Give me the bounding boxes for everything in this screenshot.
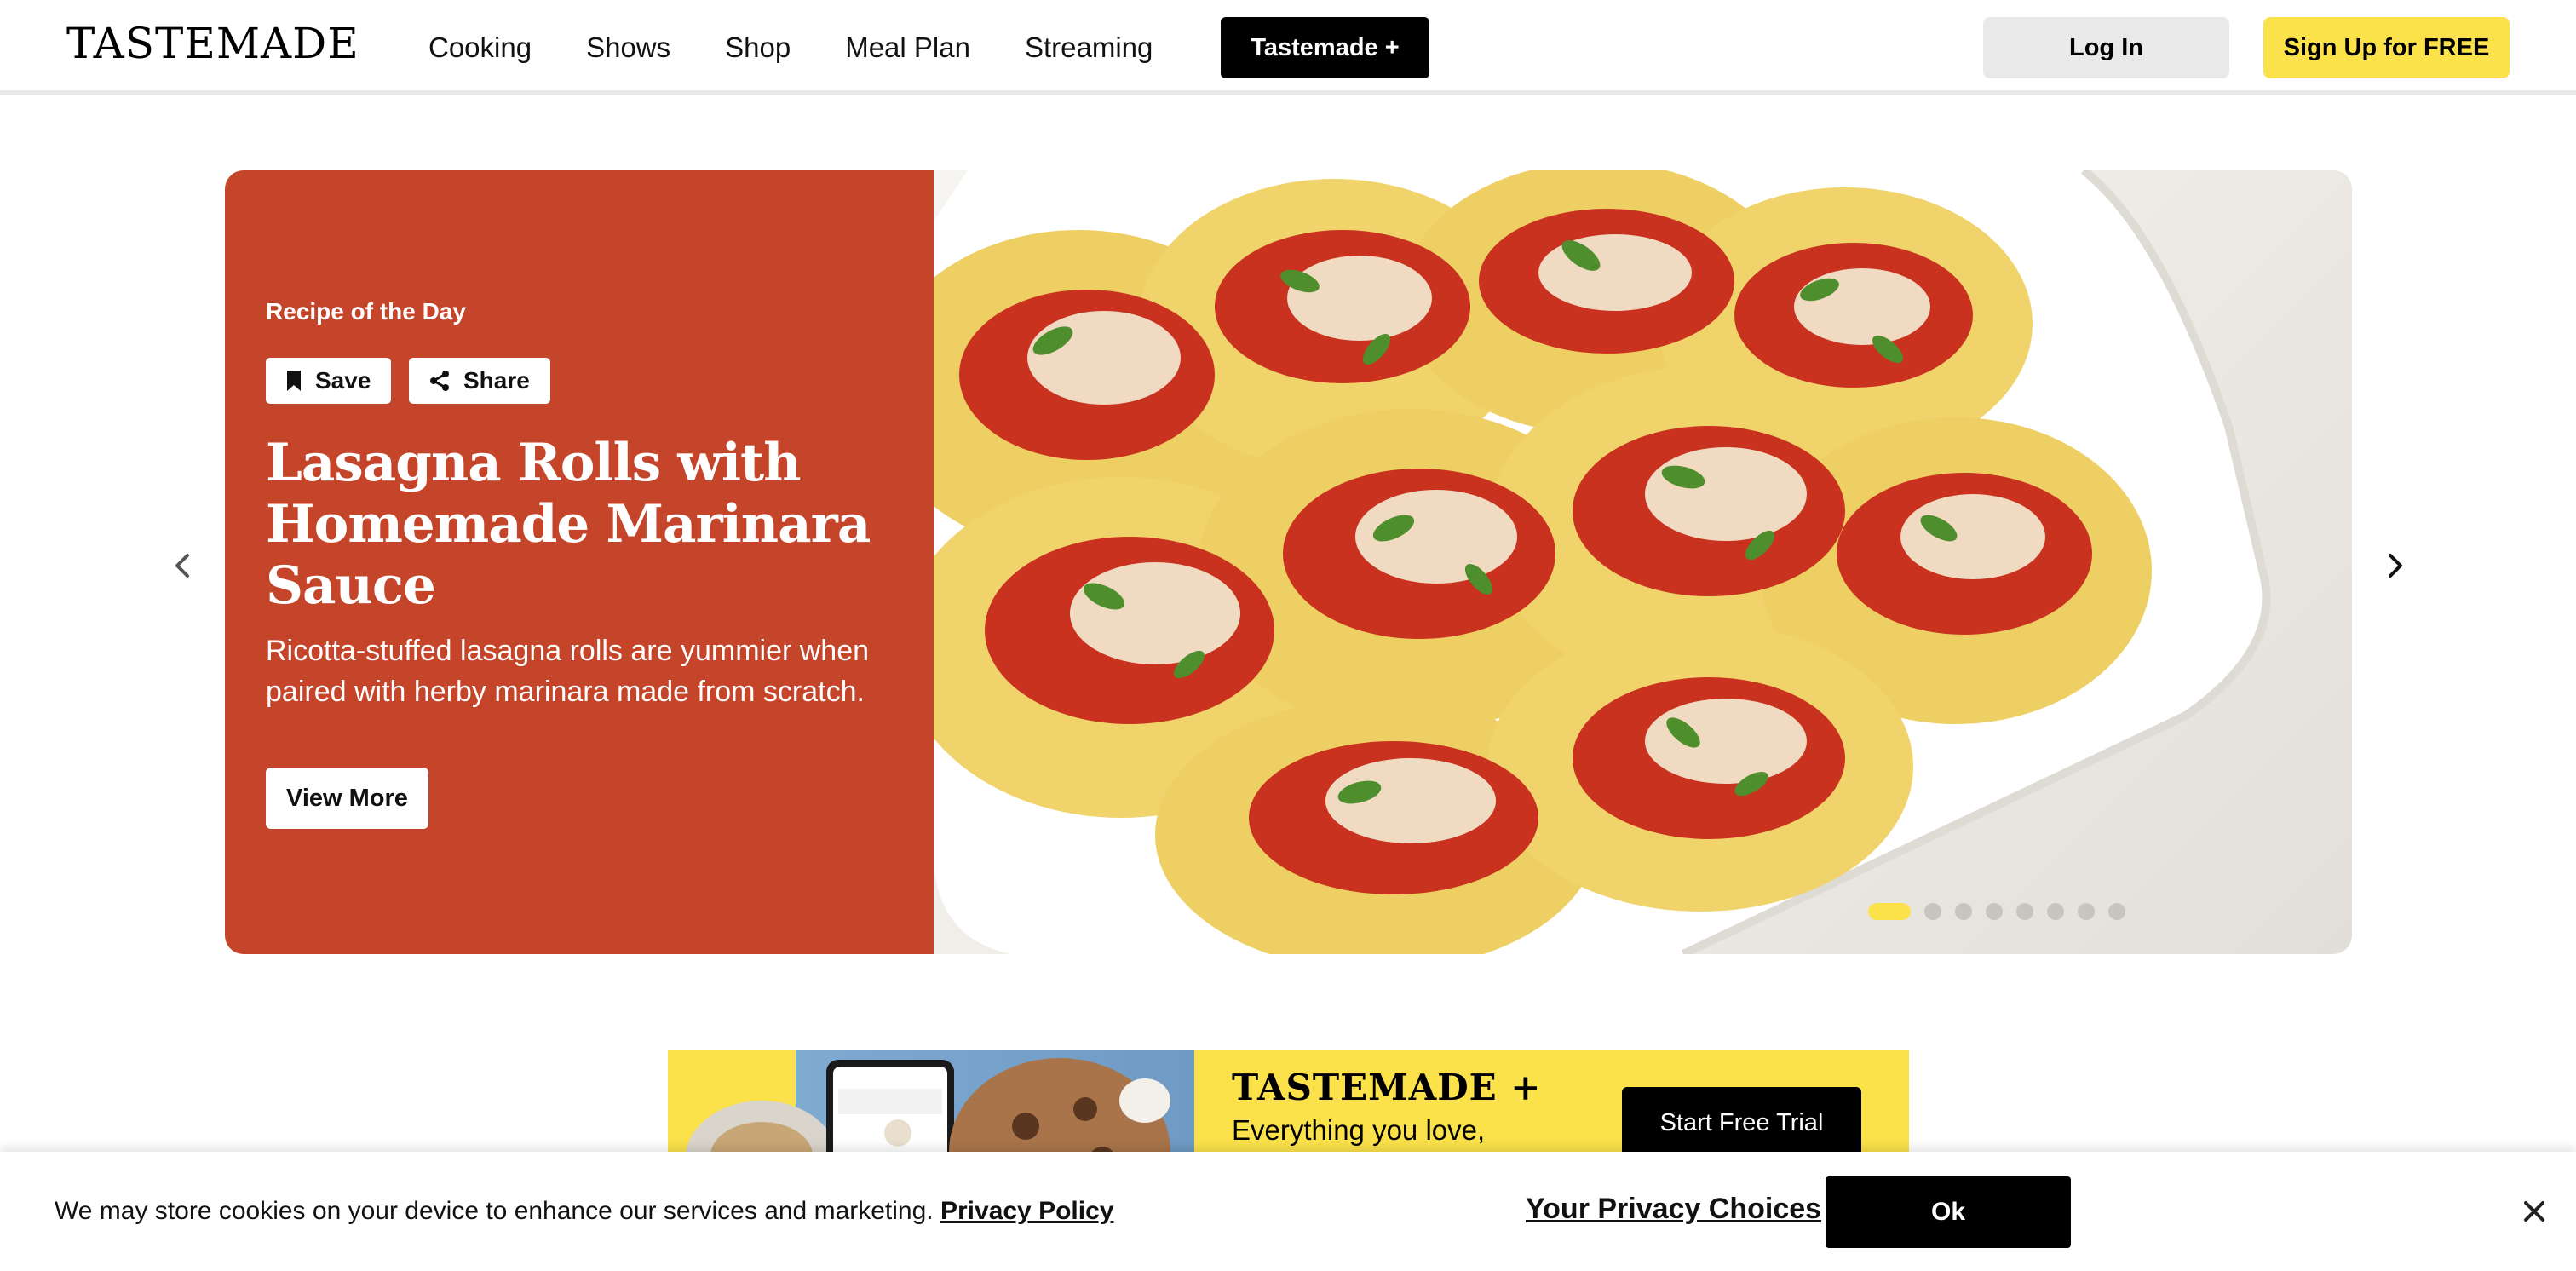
view-more-button[interactable]: View More [266,768,428,829]
share-icon [430,371,449,391]
carousel-dot[interactable] [1868,903,1911,920]
hero-eyebrow: Recipe of the Day [266,298,466,325]
cookie-close-button[interactable] [2517,1194,2551,1228]
recipe-of-the-day-carousel: Recipe of the Day Save Share Lasagna Rol… [225,170,2352,954]
promo-logo: TASTEMADE + [1232,1067,1542,1108]
nav-shows[interactable]: Shows [586,32,670,64]
start-free-trial-button[interactable]: Start Free Trial [1622,1087,1861,1159]
save-label: Save [315,367,371,394]
cookie-ok-button[interactable]: Ok [1826,1176,2071,1248]
lasagna-dish-illustration [934,170,2271,954]
login-button[interactable]: Log In [1983,17,2229,78]
carousel-dot[interactable] [1986,903,2003,920]
carousel-dot[interactable] [1955,903,1972,920]
carousel-dot[interactable] [2016,903,2033,920]
promo-subtitle: Everything you love, [1232,1114,1486,1146]
share-label: Share [463,367,530,394]
bookmark-icon [287,371,301,391]
chevron-left-icon [175,554,189,578]
carousel-dot[interactable] [1924,903,1941,920]
nav-meal-plan[interactable]: Meal Plan [845,32,970,64]
share-button[interactable]: Share [409,358,550,404]
cookie-message: We may store cookies on your device to e… [55,1197,1113,1226]
chevron-right-icon [2389,554,2402,578]
privacy-policy-link[interactable]: Privacy Policy [940,1197,1113,1225]
main-nav: Cooking Shows Shop Meal Plan Streaming [428,0,1207,95]
privacy-choices-link[interactable]: Your Privacy Choices [1526,1193,1821,1226]
carousel-prev-button[interactable] [162,545,203,586]
nav-cooking[interactable]: Cooking [428,32,532,64]
cookie-consent-bar: We may store cookies on your device to e… [0,1152,2576,1271]
carousel-dot[interactable] [2078,903,2095,920]
recipe-description: Ricotta-stuffed lasagna rolls are yummie… [266,635,870,708]
carousel-dots [1868,903,2139,920]
carousel-next-button[interactable] [2375,545,2416,586]
hero-text-panel: Recipe of the Day Save Share Lasagna Rol… [225,170,934,954]
site-header: TASTEMADE Cooking Shows Shop Meal Plan S… [0,0,2576,95]
nav-shop[interactable]: Shop [725,32,791,64]
carousel-dot[interactable] [2047,903,2064,920]
nav-streaming[interactable]: Streaming [1025,32,1153,64]
cookie-message-text: We may store cookies on your device to e… [55,1197,934,1225]
recipe-photo[interactable] [934,170,2352,954]
carousel-dot[interactable] [2108,903,2125,920]
close-icon [2524,1201,2544,1222]
tastemade-plus-button[interactable]: Tastemade + [1221,17,1429,78]
recipe-title[interactable]: Lasagna Rolls with Homemade Marinara Sau… [266,433,913,617]
save-button[interactable]: Save [266,358,392,404]
tastemade-logo[interactable]: TASTEMADE [66,19,359,68]
signup-button[interactable]: Sign Up for FREE [2263,17,2510,78]
